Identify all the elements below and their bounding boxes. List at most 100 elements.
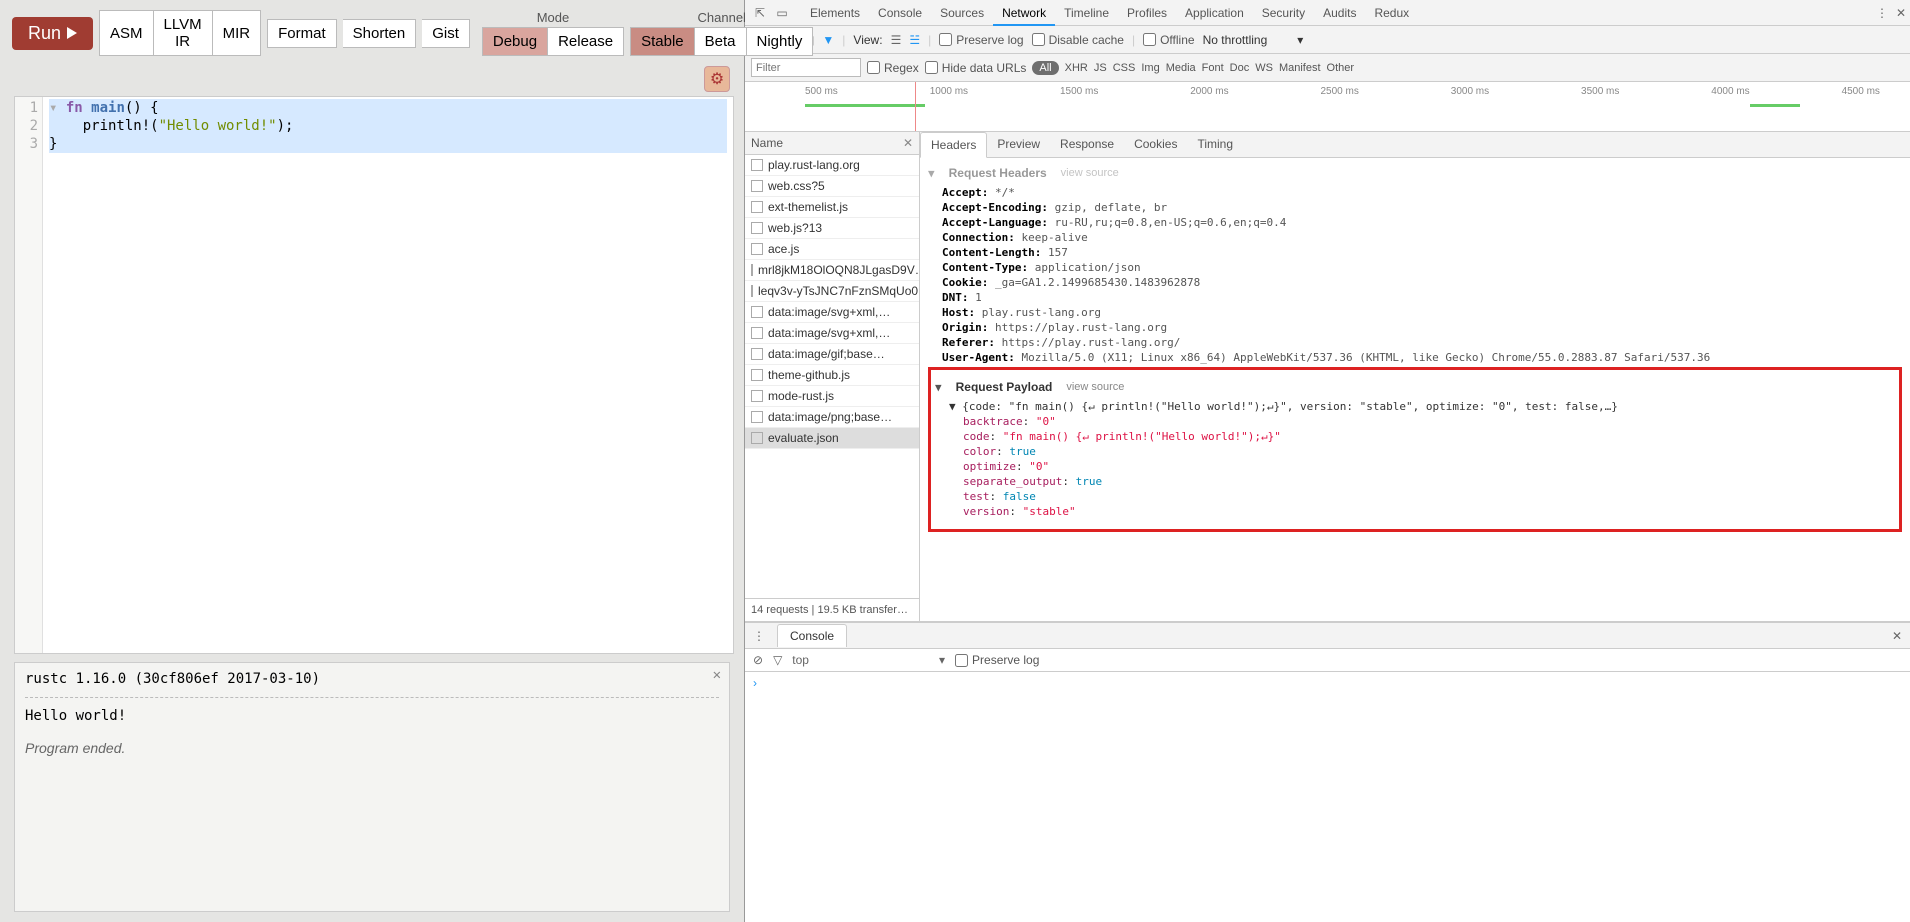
- request-item[interactable]: ext-themelist.js: [745, 197, 919, 218]
- hide-data-checkbox[interactable]: Hide data URLs: [925, 61, 1027, 75]
- release-button[interactable]: Release: [548, 27, 624, 56]
- request-item[interactable]: web.css?5: [745, 176, 919, 197]
- request-item[interactable]: data:image/svg+xml,…: [745, 302, 919, 323]
- asm-button[interactable]: ASM: [99, 10, 154, 56]
- type-doc[interactable]: Doc: [1230, 62, 1250, 74]
- detail-tab-cookies[interactable]: Cookies: [1124, 132, 1187, 157]
- code-area[interactable]: ▾ fn main() { println!("Hello world!"); …: [43, 97, 733, 653]
- run-button[interactable]: Run: [12, 17, 93, 50]
- tab-profiles[interactable]: Profiles: [1118, 0, 1176, 26]
- tab-console[interactable]: Console: [869, 0, 931, 26]
- type-js[interactable]: JS: [1094, 62, 1107, 74]
- nightly-button[interactable]: Nightly: [747, 27, 814, 56]
- preserve-log-checkbox[interactable]: Preserve log: [939, 33, 1023, 47]
- mir-button[interactable]: MIR: [213, 10, 262, 56]
- type-all[interactable]: All: [1032, 61, 1058, 75]
- settings-button[interactable]: ⚙: [704, 66, 730, 92]
- network-controls: ⊘ | ▮▮ ▼ | View: ☰ ☱ | Preserve log Disa…: [745, 26, 1910, 54]
- type-font[interactable]: Font: [1202, 62, 1224, 74]
- mode-label: Mode: [537, 10, 570, 25]
- stable-button[interactable]: Stable: [630, 27, 695, 56]
- console-drawer: ⋮ Console ✕ ⊘ ▽ top ▾ Preserve log ›: [745, 622, 1910, 922]
- line-gutter: 1 2 3: [15, 97, 43, 653]
- network-timeline[interactable]: 500 ms1000 ms1500 ms2000 ms2500 ms3000 m…: [745, 82, 1910, 132]
- request-item[interactable]: data:image/png;base…: [745, 407, 919, 428]
- payload-line: version: "stable": [935, 504, 1893, 519]
- type-manifest[interactable]: Manifest: [1279, 62, 1321, 74]
- close-output-button[interactable]: ✕: [713, 667, 721, 683]
- request-item[interactable]: leqv3v-yTsJNC7nFznSMqUo0…: [745, 281, 919, 302]
- console-preserve-checkbox[interactable]: Preserve log: [955, 653, 1039, 667]
- payload-line: test: false: [935, 489, 1893, 504]
- header-line: Content-Length: 157: [928, 245, 1902, 260]
- close-devtools-icon[interactable]: ✕: [1896, 6, 1906, 20]
- request-item[interactable]: theme-github.js: [745, 365, 919, 386]
- clear-console-icon[interactable]: ⊘: [753, 653, 763, 667]
- more-icon[interactable]: ⋮: [1876, 6, 1888, 20]
- tab-security[interactable]: Security: [1253, 0, 1314, 26]
- request-list: Name✕ play.rust-lang.orgweb.css?5ext-the…: [745, 132, 920, 621]
- type-other[interactable]: Other: [1327, 62, 1355, 74]
- request-footer: 14 requests | 19.5 KB transfer…: [745, 598, 919, 621]
- filter-input[interactable]: [751, 58, 861, 77]
- type-xhr[interactable]: XHR: [1065, 62, 1088, 74]
- close-detail-icon[interactable]: ✕: [903, 136, 913, 150]
- request-item[interactable]: evaluate.json: [745, 428, 919, 449]
- context-select[interactable]: top: [792, 653, 809, 667]
- header-line: Accept: */*: [928, 185, 1902, 200]
- beta-button[interactable]: Beta: [695, 27, 747, 56]
- tab-network[interactable]: Network: [993, 0, 1055, 26]
- format-button[interactable]: Format: [267, 19, 337, 48]
- request-item[interactable]: mode-rust.js: [745, 386, 919, 407]
- disable-cache-checkbox[interactable]: Disable cache: [1032, 33, 1124, 47]
- payload-line: separate_output: true: [935, 474, 1893, 489]
- shorten-button[interactable]: Shorten: [343, 19, 417, 48]
- type-ws[interactable]: WS: [1255, 62, 1273, 74]
- offline-checkbox[interactable]: Offline: [1143, 33, 1194, 47]
- tab-audits[interactable]: Audits: [1314, 0, 1365, 26]
- payload-line: optimize: "0": [935, 459, 1893, 474]
- tab-application[interactable]: Application: [1176, 0, 1253, 26]
- request-item[interactable]: mrl8jkM18OlOQN8JLgasD9V…: [745, 260, 919, 281]
- throttle-select[interactable]: No throttling ▾: [1203, 33, 1304, 47]
- type-media[interactable]: Media: [1166, 62, 1196, 74]
- request-item[interactable]: play.rust-lang.org: [745, 155, 919, 176]
- view-frame-icon[interactable]: ☱: [909, 33, 920, 47]
- filter-console-icon[interactable]: ▽: [773, 653, 782, 667]
- tab-sources[interactable]: Sources: [931, 0, 993, 26]
- filter-icon[interactable]: ▼: [822, 33, 834, 47]
- request-item[interactable]: data:image/svg+xml,…: [745, 323, 919, 344]
- llvm-button[interactable]: LLVM IR: [154, 10, 213, 56]
- payload-highlight: ▼Request Payloadview source ▼ {code: "fn…: [928, 367, 1902, 532]
- console-tab[interactable]: Console: [777, 624, 847, 647]
- type-css[interactable]: CSS: [1113, 62, 1136, 74]
- close-drawer-icon[interactable]: ✕: [1884, 629, 1910, 643]
- toolbar: Run ASM LLVM IR MIR Format Shorten Gist …: [0, 0, 744, 66]
- detail-tab-response[interactable]: Response: [1050, 132, 1124, 157]
- drawer-menu-icon[interactable]: ⋮: [745, 629, 773, 643]
- gist-button[interactable]: Gist: [422, 19, 470, 48]
- play-icon: [67, 27, 77, 39]
- type-img[interactable]: Img: [1141, 62, 1159, 74]
- tab-redux[interactable]: Redux: [1365, 0, 1418, 26]
- channel-label: Channel: [698, 10, 746, 25]
- output-panel: ✕ rustc 1.16.0 (30cf806ef 2017-03-10) He…: [14, 662, 730, 912]
- gear-icon: ⚙: [710, 69, 724, 89]
- compiler-line: rustc 1.16.0 (30cf806ef 2017-03-10): [25, 671, 719, 687]
- debug-button[interactable]: Debug: [482, 27, 548, 56]
- view-list-icon[interactable]: ☰: [891, 33, 902, 47]
- view-source-link[interactable]: view source: [1066, 380, 1124, 395]
- detail-tab-headers[interactable]: Headers: [920, 132, 987, 158]
- detail-tab-preview[interactable]: Preview: [987, 132, 1050, 157]
- tab-timeline[interactable]: Timeline: [1055, 0, 1118, 26]
- code-editor[interactable]: 1 2 3 ▾ fn main() { println!("Hello worl…: [14, 96, 734, 654]
- request-item[interactable]: web.js?13: [745, 218, 919, 239]
- request-item[interactable]: data:image/gif;base…: [745, 344, 919, 365]
- console-body[interactable]: ›: [745, 672, 1910, 922]
- stdout-line: Hello world!: [25, 708, 719, 724]
- request-item[interactable]: ace.js: [745, 239, 919, 260]
- detail-tab-timing[interactable]: Timing: [1187, 132, 1243, 157]
- regex-checkbox[interactable]: Regex: [867, 61, 919, 75]
- payload-line: backtrace: "0": [935, 414, 1893, 429]
- header-line: Content-Type: application/json: [928, 260, 1902, 275]
